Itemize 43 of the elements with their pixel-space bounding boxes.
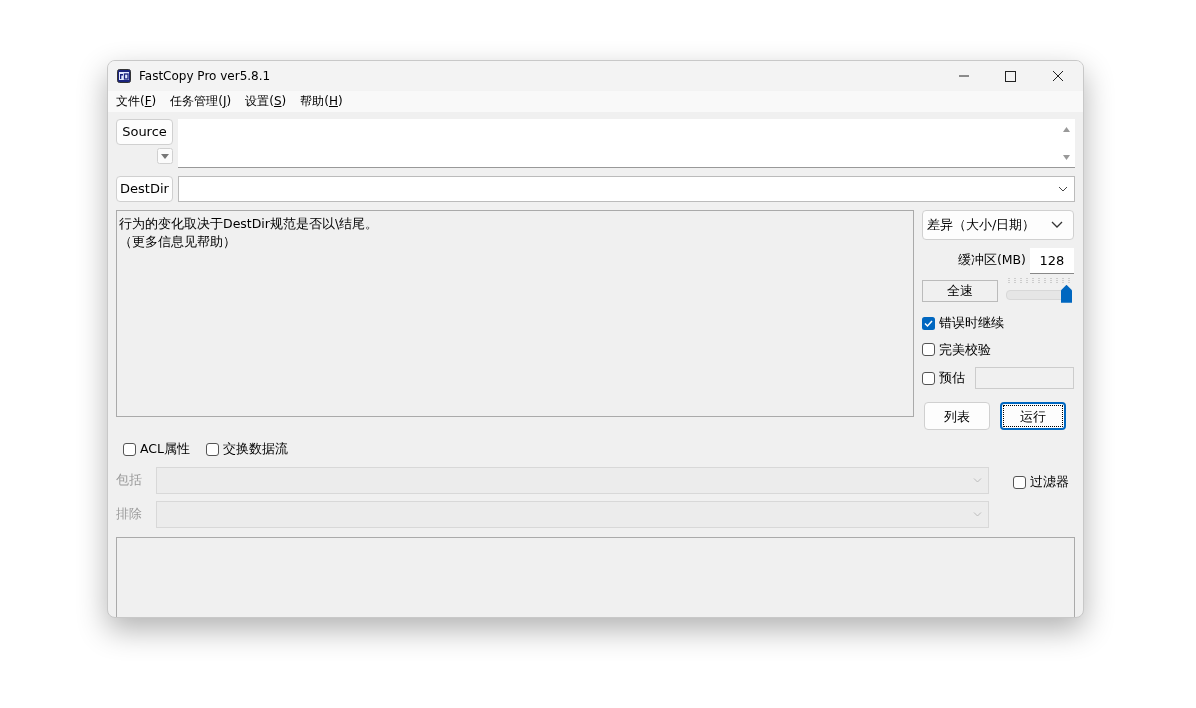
checkbox[interactable] [206,443,220,457]
checkbox[interactable] [922,316,935,330]
dropdown-toggle-icon[interactable] [157,147,173,164]
chevron-down-icon [973,478,982,483]
speed-slider[interactable] [1006,277,1072,304]
destdir-field[interactable] [178,175,1075,202]
chevron-down-icon [1051,221,1063,229]
option-label[interactable]: 错误时继续 [939,313,1004,333]
option-label[interactable]: 过滤器 [1030,473,1069,492]
slider-thumb[interactable] [1061,284,1072,303]
window-title: FastCopy Pro ver5.8.1 [139,68,271,85]
option-label[interactable]: 交换数据流 [223,440,289,459]
checkbox[interactable] [922,371,935,385]
slider-ticks [1006,277,1072,284]
buffer-field[interactable]: 128 [1030,247,1074,274]
action-button[interactable]: 运行 [1000,402,1066,431]
filter-label: 排除 [116,505,143,524]
option-label[interactable]: ACL属性 [140,440,191,459]
buffer-label: 缓冲区(MB) [957,251,1026,270]
menu-item[interactable]: 设置(S) [245,92,287,111]
checkbox[interactable] [123,443,136,457]
speed-label: 全速 [922,279,998,302]
menu-item[interactable]: 任务管理(J) [170,92,232,111]
filter-field[interactable] [156,467,989,494]
app-icon [117,69,131,83]
destdir-button[interactable]: DestDir [116,175,173,202]
help-text: 行为的变化取决于DestDir规范是否以\结尾。 [119,214,380,233]
mode-dropdown[interactable]: 差异（大小/日期） [922,209,1074,240]
chevron-down-icon [1058,185,1068,192]
help-text: （更多信息见帮助） [119,232,237,251]
source-button[interactable]: Source [116,118,173,145]
checkbox[interactable] [922,343,935,357]
source-field[interactable] [178,118,1075,168]
menu-item[interactable]: 帮助(H) [300,92,343,111]
checkbox[interactable] [1013,475,1026,489]
chevron-down-icon [973,512,982,517]
action-button[interactable]: 列表 [924,402,990,431]
option-label[interactable]: 预估 [939,368,965,388]
filter-label: 包括 [116,471,143,490]
option-label[interactable]: 完美校验 [939,340,991,360]
estimate-field[interactable] [975,367,1074,390]
menu-item[interactable]: 文件(F) [116,92,157,111]
filter-field[interactable] [156,501,989,528]
